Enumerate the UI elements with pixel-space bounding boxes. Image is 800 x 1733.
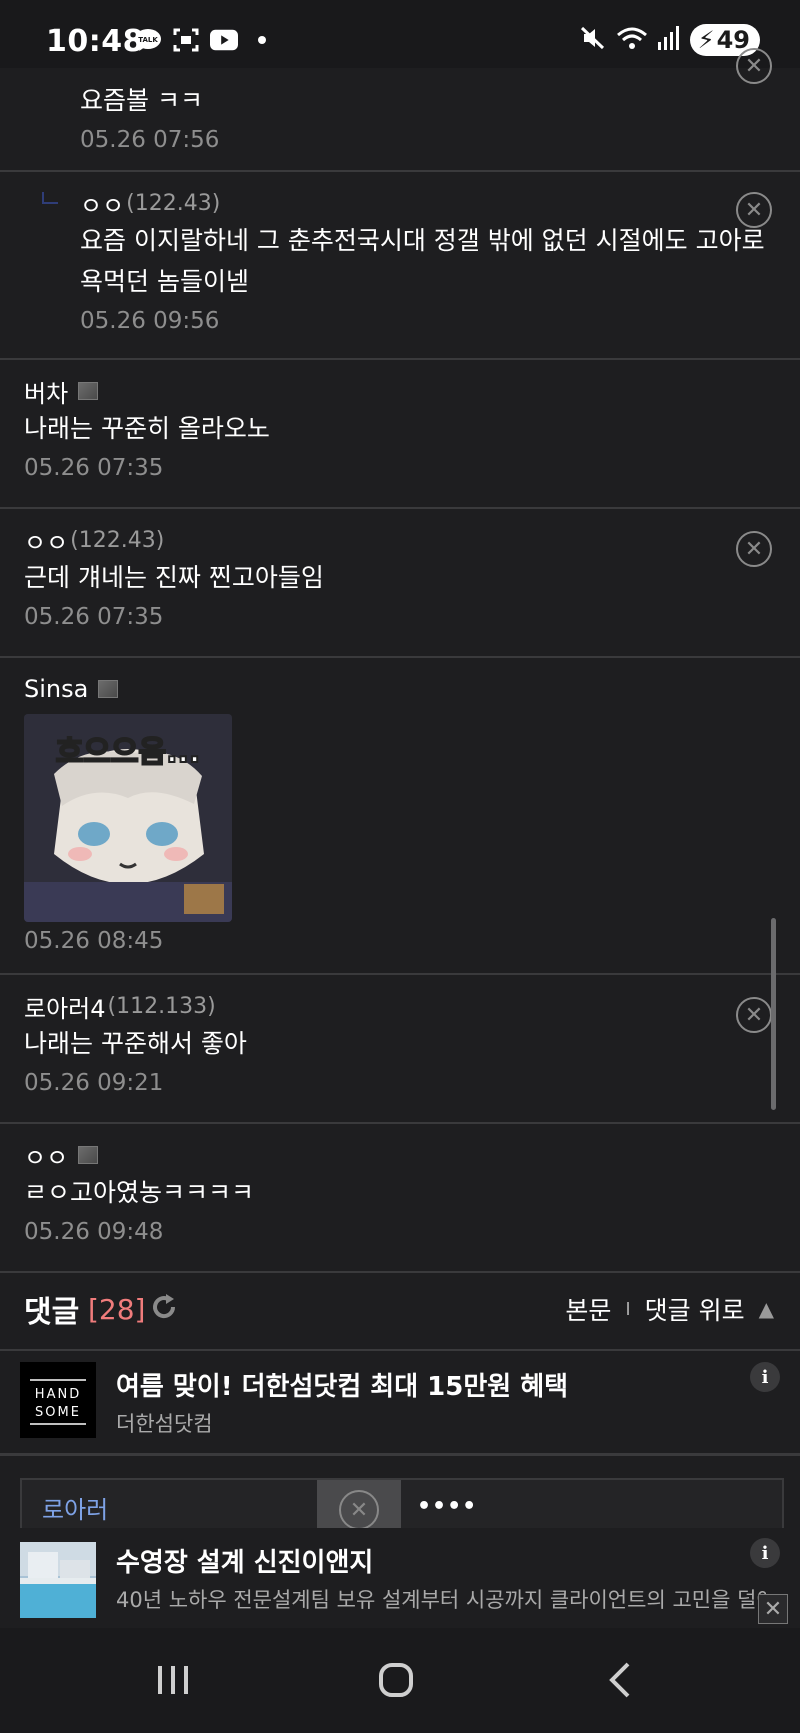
comment-text: 나래는 꾸준해서 좋아: [24, 1029, 247, 1058]
svg-text:HAND: HAND: [35, 1387, 81, 1402]
member-badge-icon: [78, 1146, 99, 1164]
comment-count: [28]: [88, 1292, 146, 1326]
ad-title[interactable]: 여름 맞이! 더한섬닷컴 최대 15만원 혜택: [116, 1366, 568, 1403]
comment-item: Sinsa 흐으으음... 05.26 08:45: [0, 658, 800, 975]
comment-title: 댓글: [24, 1295, 80, 1330]
comment-ip: (122.43): [70, 527, 165, 553]
comment-text: 근데 걔네는 진짜 찐고아들임: [24, 563, 324, 592]
comment-ip: (112.133): [107, 993, 216, 1019]
comment-list: ✕ 요즘볼 ㅋㅋ 05.26 07:56 ✕ ㅇㅇ (122.43) 요즘 이지…: [0, 48, 800, 1273]
comment-date: 05.26 07:35: [24, 455, 164, 481]
comment-text: 요즘 이지랄하네 그 춘추전국시대 정갤 밖에 없던 시절에도 고아로 욕먹던 …: [80, 226, 765, 296]
comment-nick[interactable]: 버차: [24, 374, 68, 409]
comment-item: ✕ ㅇㅇ (122.43) 근데 걔네는 진짜 찐고아들임 05.26 07:3…: [0, 509, 800, 658]
sticker-image[interactable]: 흐으으음...: [24, 714, 232, 922]
comment-nick[interactable]: ㅇㅇ: [80, 186, 124, 221]
recent-apps-icon[interactable]: [156, 1664, 190, 1700]
handsome-logo: HAND SOME: [20, 1362, 96, 1438]
comment-nick[interactable]: ㅇㅇ: [24, 523, 68, 558]
delete-comment-icon[interactable]: ✕: [736, 192, 772, 228]
youtube-icon: [210, 28, 238, 52]
comment-item: ㅇㅇ ㄹㅇ고아였농ㅋㅋㅋㅋ 05.26 09:48: [0, 1124, 800, 1273]
delete-comment-icon[interactable]: ✕: [736, 531, 772, 567]
comment-nick[interactable]: 로아러4: [24, 989, 106, 1024]
comment-text: ㄹㅇ고아였농ㅋㅋㅋㅋ: [24, 1178, 255, 1207]
delete-comment-icon[interactable]: ✕: [736, 997, 772, 1033]
talk-icon: TALK: [134, 28, 162, 52]
signal-icon: [657, 26, 680, 54]
comment-text: 요즘볼 ㅋㅋ: [80, 86, 203, 115]
comment-top-link[interactable]: 댓글 위로: [645, 1291, 745, 1327]
comment-date: 05.26 07:56: [80, 127, 220, 153]
ad-subtitle: 더한섬닷컴: [116, 1412, 213, 1436]
dot-icon: [248, 28, 276, 52]
comment-item: ✕ 로아러4 (112.133) 나래는 꾸준해서 좋아 05.26 09:21: [0, 975, 800, 1124]
clock: 10:48: [46, 24, 144, 59]
comment-date: 05.26 07:35: [24, 604, 164, 630]
close-icon: ✕: [339, 1490, 379, 1530]
screen-capture-icon: [172, 28, 200, 52]
comment-item: ✕ 요즘볼 ㅋㅋ 05.26 07:56: [0, 48, 800, 172]
home-icon[interactable]: [378, 1662, 414, 1702]
back-icon[interactable]: [608, 1662, 632, 1702]
comment-nick[interactable]: ㅇㅇ: [24, 1138, 68, 1173]
reply-arrow-icon: [42, 192, 58, 204]
refresh-icon[interactable]: [150, 1293, 178, 1321]
comment-text: 나래는 꾸준히 올라오노: [24, 414, 270, 443]
divider: [0, 1453, 800, 1456]
svg-text:SOME: SOME: [35, 1405, 81, 1420]
svg-text:TALK: TALK: [138, 36, 158, 44]
password-field[interactable]: ••••: [417, 1494, 477, 1519]
wifi-icon: [616, 25, 648, 55]
member-badge-icon: [98, 680, 119, 698]
status-bar: 10:48 TALK ⚡ 49: [0, 0, 800, 68]
member-badge-icon: [78, 382, 99, 400]
sticker-text: 흐으으음...: [56, 735, 201, 770]
close-ad-icon[interactable]: ✕: [758, 1594, 788, 1624]
ad-subtitle: 40년 노하우 전문설계팀 보유 설계부터 시공까지 클라이언트의 고민을 덜어…: [116, 1588, 766, 1612]
mute-icon: [580, 25, 606, 55]
triangle-up-icon[interactable]: ▲: [759, 1297, 774, 1321]
comment-date: 05.26 09:21: [24, 1070, 164, 1096]
comment-item: 버차 나래는 꾸준히 올라오노 05.26 07:35: [0, 360, 800, 509]
ad-title[interactable]: 수영장 설계 신진이앤지: [116, 1542, 373, 1579]
comment-item: ✕ ㅇㅇ (122.43) 요즘 이지랄하네 그 춘추전국시대 정갤 밖에 없던…: [0, 172, 800, 360]
comment-date: 05.26 09:48: [24, 1219, 164, 1245]
delete-comment-icon[interactable]: ✕: [736, 48, 772, 84]
body-link[interactable]: 본문: [565, 1291, 611, 1327]
comment-date: 05.26 08:45: [24, 928, 164, 954]
info-icon[interactable]: i: [750, 1538, 780, 1568]
ad-banner[interactable]: HAND SOME 여름 맞이! 더한섬닷컴 최대 15만원 혜택 더한섬닷컴 …: [0, 1352, 800, 1448]
ad-banner[interactable]: 수영장 설계 신진이앤지 40년 노하우 전문설계팀 보유 설계부터 시공까지 …: [0, 1528, 800, 1628]
comment-nick[interactable]: Sinsa: [24, 675, 88, 703]
comment-ip: (122.43): [126, 190, 221, 216]
comment-header: 댓글 [28] 본문 I 댓글 위로 ▲: [0, 1269, 800, 1351]
separator: I: [625, 1298, 631, 1320]
scrollbar[interactable]: [771, 918, 776, 1110]
nick-field[interactable]: 로아러: [42, 1490, 108, 1525]
pool-thumbnail: [20, 1542, 96, 1618]
system-nav-bar: [0, 1628, 800, 1733]
info-icon[interactable]: i: [750, 1362, 780, 1392]
comment-date: 05.26 09:56: [80, 308, 220, 334]
